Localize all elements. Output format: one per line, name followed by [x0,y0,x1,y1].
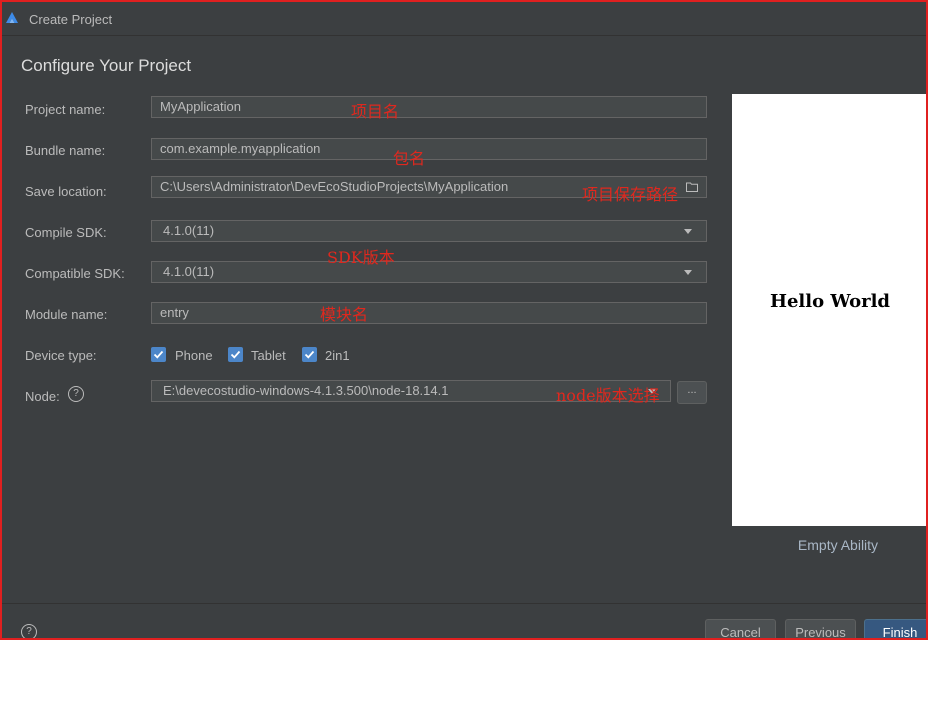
save-location-label: Save location: [25,184,107,199]
compile-sdk-select[interactable]: 4.1.0(11) [151,220,707,242]
device-type-label: Device type: [25,348,97,363]
previous-button[interactable]: Previous [785,619,856,638]
annotation-module: 模块名 [320,305,369,324]
node-browse-button[interactable]: ... [677,381,707,404]
create-project-dialog: Create Project Configure Your Project Pr… [0,0,928,640]
2in1-checkbox[interactable] [302,347,317,362]
annotation-sdk: SDK版本 [327,248,395,267]
page-title: Configure Your Project [21,56,192,75]
chevron-down-icon [684,229,692,234]
title-bar: Create Project [2,2,926,36]
compatible-sdk-select[interactable]: 4.1.0(11) [151,261,707,283]
tablet-checkbox-label[interactable]: Tablet [251,348,286,363]
check-icon [230,350,241,359]
node-label: Node: [25,389,60,404]
window-title: Create Project [29,12,113,27]
compile-sdk-value: 4.1.0(11) [163,223,215,238]
phone-checkbox[interactable] [151,347,166,362]
save-location-value: C:\Users\Administrator\DevEcoStudioProje… [160,179,509,194]
annotation-bundle-name: 包名 [393,149,426,168]
project-name-label: Project name: [25,102,106,117]
annotation-node: node版本选择 [556,386,660,405]
footer-divider [2,603,926,604]
preview-text: Hello World [769,291,891,312]
bundle-name-label: Bundle name: [25,143,106,158]
check-icon [153,350,164,359]
template-preview: Hello World [732,94,926,526]
module-name-input[interactable]: entry [151,302,707,324]
bundle-name-input[interactable]: com.example.myapplication [151,138,707,160]
phone-checkbox-label[interactable]: Phone [175,348,213,363]
project-name-input[interactable]: MyApplication [151,96,707,118]
chevron-down-icon [684,270,692,275]
module-name-label: Module name: [25,307,108,322]
check-icon [304,350,315,359]
compatible-sdk-label: Compatible SDK: [25,266,125,281]
compatible-sdk-value: 4.1.0(11) [163,264,215,279]
annotation-save-location: 项目保存路径 [582,185,679,204]
node-value: E:\devecostudio-windows-4.1.3.500\node-1… [163,383,449,398]
finish-button[interactable]: Finish [864,619,926,638]
help-icon[interactable]: ? [68,386,84,402]
template-name: Empty Ability [797,537,879,553]
cancel-button[interactable]: Cancel [705,619,776,638]
help-icon[interactable]: ? [21,624,37,638]
app-logo-icon [6,12,18,23]
tablet-checkbox[interactable] [228,347,243,362]
compile-sdk-label: Compile SDK: [25,225,107,240]
folder-icon[interactable] [686,182,698,192]
2in1-checkbox-label[interactable]: 2in1 [325,348,350,363]
annotation-project-name: 项目名 [351,102,400,121]
